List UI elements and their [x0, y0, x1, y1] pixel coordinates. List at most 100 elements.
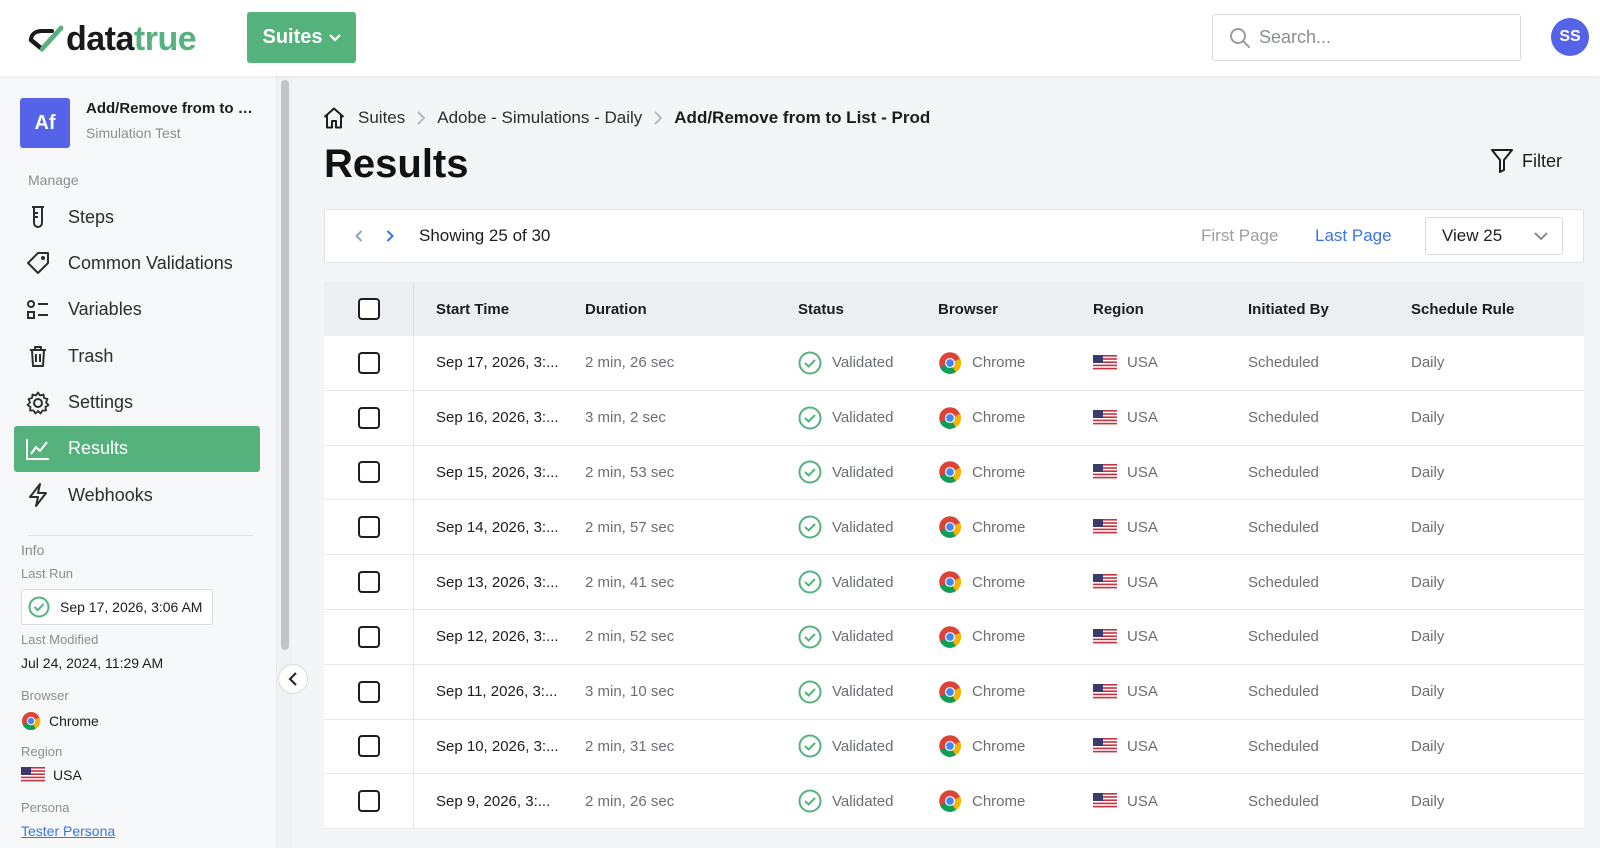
start-time-cell: Sep 9, 2026, 3:...	[436, 792, 551, 810]
table-row[interactable]: Sep 11, 2026, 3:... 3 min, 10 sec Valida…	[324, 664, 1584, 720]
table-row[interactable]: Sep 12, 2026, 3:... 2 min, 52 sec Valida…	[324, 609, 1584, 665]
browser-label: Chrome	[972, 628, 1026, 646]
browser-label: Chrome	[972, 409, 1026, 427]
table-row[interactable]: Sep 14, 2026, 3:... 2 min, 57 sec Valida…	[324, 500, 1584, 556]
schedule-rule-cell: Daily	[1411, 628, 1445, 646]
initiated-by-cell: Scheduled	[1248, 737, 1319, 755]
last-page-link[interactable]: Last Page	[1315, 226, 1392, 246]
column-header-initiated-by[interactable]: Initiated By	[1248, 301, 1411, 318]
row-checkbox[interactable]	[357, 680, 380, 703]
duration-cell: 2 min, 26 sec	[585, 792, 675, 810]
sidebar-scrollbar-thumb[interactable]	[281, 80, 289, 650]
select-all-checkbox[interactable]	[357, 298, 380, 320]
prev-page-button[interactable]	[348, 224, 370, 248]
table-row[interactable]: Sep 13, 2026, 3:... 2 min, 41 sec Valida…	[324, 555, 1584, 610]
column-header-start-time[interactable]: Start Time	[414, 301, 565, 318]
browser-label: Chrome	[972, 354, 1026, 372]
table-row[interactable]: Sep 17, 2026, 3:... 2 min, 26 sec Valida…	[324, 336, 1584, 391]
row-checkbox[interactable]	[357, 406, 380, 429]
info-section: Info	[21, 542, 44, 558]
row-checkbox[interactable]	[357, 735, 380, 758]
column-header-region[interactable]: Region	[1093, 301, 1248, 318]
region-label: USA	[1127, 518, 1158, 536]
table-row[interactable]: Sep 9, 2026, 3:... 2 min, 26 sec Validat…	[324, 774, 1584, 830]
suite-type: Simulation Test	[86, 125, 181, 141]
row-checkbox[interactable]	[357, 790, 380, 813]
chrome-icon	[939, 406, 962, 429]
initiated-by-cell: Scheduled	[1248, 792, 1319, 810]
user-avatar[interactable]: SS	[1551, 18, 1589, 56]
filter-button[interactable]: Filter	[1490, 148, 1562, 174]
duration-cell: 2 min, 31 sec	[585, 737, 675, 755]
sidebar-item-label: Results	[68, 438, 129, 459]
browser-cell: Chrome	[938, 351, 1093, 375]
column-header-status[interactable]: Status	[798, 301, 938, 318]
search-input[interactable]	[1259, 27, 1499, 48]
last-run-chip[interactable]: Sep 17, 2026, 3:06 AM	[21, 589, 214, 625]
column-header-schedule-rule[interactable]: Schedule Rule	[1411, 301, 1561, 318]
sidebar-item-steps[interactable]: Steps	[14, 194, 260, 240]
datatrue-logo[interactable]: datatrue	[28, 18, 197, 60]
us-flag-icon	[1093, 683, 1117, 700]
breadcrumb-adobe-simulations[interactable]: Adobe - Simulations - Daily	[437, 108, 642, 128]
page-size-select[interactable]: View 25	[1425, 217, 1563, 255]
column-header-browser[interactable]: Browser	[938, 301, 1093, 318]
start-time-cell: Sep 12, 2026, 3:...	[436, 628, 559, 646]
suites-menu-button[interactable]: Suites	[247, 12, 356, 63]
chrome-icon	[939, 571, 962, 593]
sidebar-item-trash[interactable]: Trash	[14, 333, 260, 379]
chrome-icon	[939, 461, 962, 484]
bolt-icon	[24, 481, 52, 509]
row-checkbox[interactable]	[357, 351, 380, 374]
sidebar-item-variables[interactable]: Variables	[14, 287, 260, 333]
first-page-link[interactable]: First Page	[1201, 226, 1278, 246]
breadcrumb-current: Add/Remove from to List - Prod	[674, 108, 931, 127]
row-checkbox[interactable]	[357, 461, 380, 484]
duration-cell: 2 min, 57 sec	[585, 518, 675, 536]
last-run-value: Sep 17, 2026, 3:06 AM	[60, 599, 203, 615]
breadcrumb: Suites Adobe - Simulations - Daily Add/R…	[322, 106, 930, 130]
sidebar-item-common-validations[interactable]: Common Validations	[14, 240, 260, 286]
us-flag-icon	[1093, 628, 1117, 645]
table-row[interactable]: Sep 16, 2026, 3:... 3 min, 2 sec Validat…	[324, 390, 1584, 446]
row-checkbox[interactable]	[357, 625, 380, 648]
persona-link[interactable]: Tester Persona	[21, 823, 115, 839]
browser-value: Chrome	[49, 713, 99, 729]
region-label: USA	[1127, 628, 1158, 646]
results-table: Start Time Duration Status Browser Regio…	[324, 282, 1584, 830]
initiated-by-cell: Scheduled	[1248, 463, 1319, 481]
sidebar-item-settings[interactable]: Settings	[14, 380, 260, 426]
sidebar-item-results[interactable]: Results	[14, 425, 260, 472]
status-label: Validated	[832, 409, 894, 427]
chevron-right-icon	[654, 111, 663, 125]
browser-cell: Chrome	[938, 515, 1093, 539]
row-checkbox[interactable]	[357, 516, 380, 539]
chrome-icon	[939, 790, 962, 813]
row-select-cell	[324, 719, 414, 774]
page-title: Results	[324, 142, 469, 186]
suite-avatar: Af	[20, 98, 70, 148]
next-page-button[interactable]	[379, 224, 401, 248]
top-bar: datatrue Suites SS	[0, 0, 1600, 76]
browser-block: Browser Chrome	[21, 688, 99, 731]
collapse-sidebar-button[interactable]	[278, 664, 308, 694]
duration-cell: 3 min, 10 sec	[585, 683, 675, 701]
start-time-cell: Sep 10, 2026, 3:...	[436, 737, 559, 755]
status-label: Validated	[832, 518, 894, 536]
table-row[interactable]: Sep 15, 2026, 3:... 2 min, 53 sec Valida…	[324, 445, 1584, 501]
us-flag-icon	[1093, 409, 1117, 426]
sidebar-item-webhooks[interactable]: Webhooks	[14, 472, 260, 518]
breadcrumb-suites[interactable]: Suites	[358, 108, 405, 128]
status-label: Validated	[832, 683, 894, 701]
region-block: Region USA	[21, 744, 82, 783]
status-label: Validated	[832, 792, 894, 810]
table-row[interactable]: Sep 10, 2026, 3:... 2 min, 31 sec Valida…	[324, 719, 1584, 775]
column-header-duration[interactable]: Duration	[565, 301, 798, 318]
home-icon[interactable]	[322, 106, 346, 130]
showing-count: Showing 25 of 30	[419, 226, 551, 245]
row-checkbox[interactable]	[357, 571, 380, 594]
start-time-cell: Sep 17, 2026, 3:...	[436, 354, 559, 372]
search-box[interactable]	[1212, 14, 1521, 61]
last-modified-block: Last Modified Jul 24, 2024, 11:29 AM	[21, 632, 163, 671]
browser-cell: Chrome	[938, 625, 1093, 649]
